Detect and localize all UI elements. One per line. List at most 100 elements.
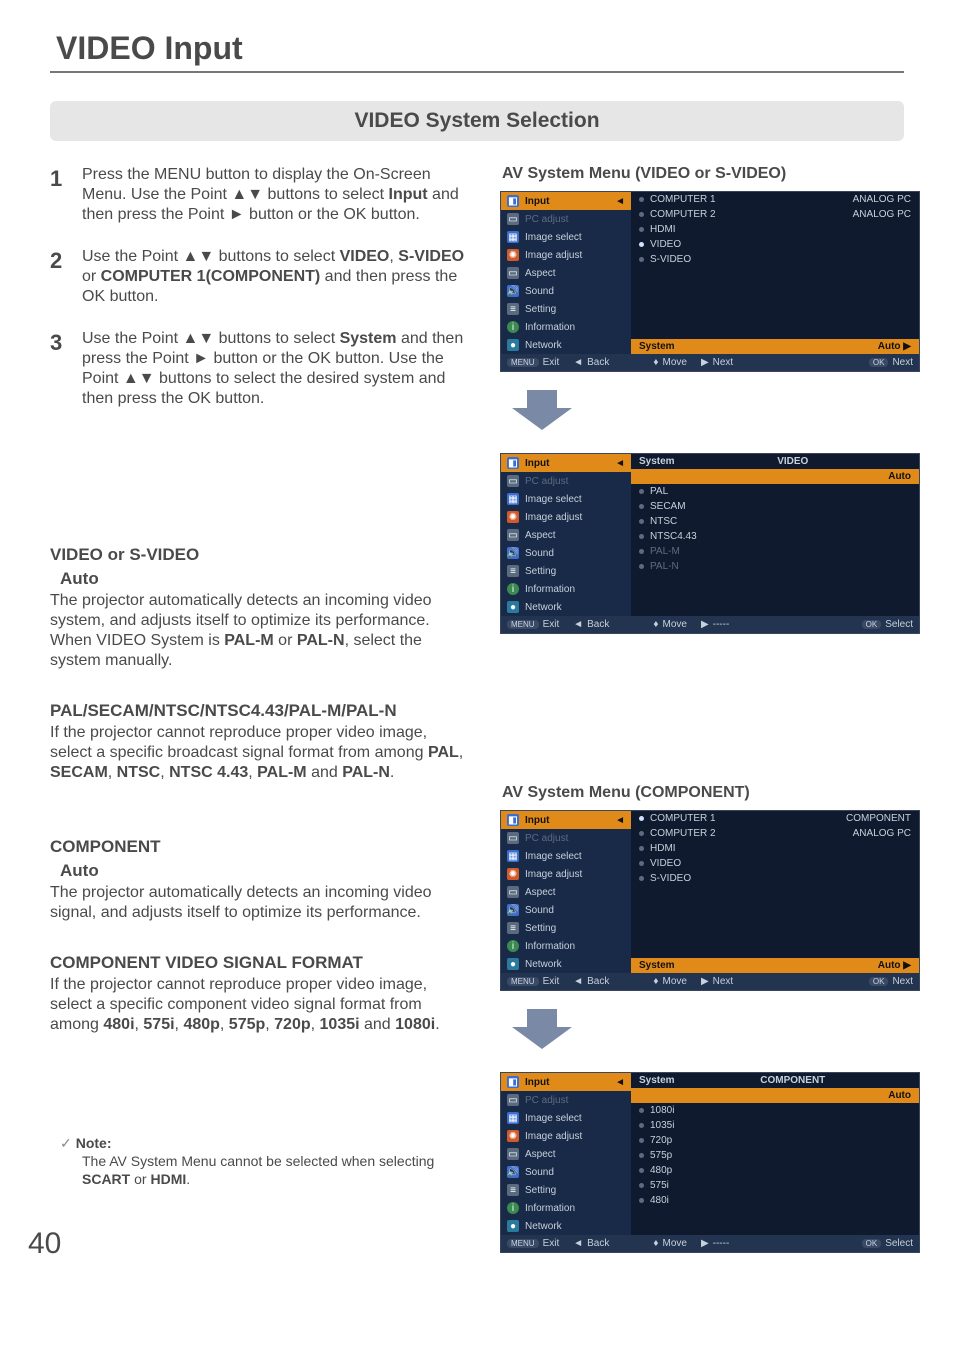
sidebar-item-label: Sound bbox=[525, 286, 554, 297]
sidebar-item-network[interactable]: ●Network bbox=[501, 1217, 631, 1235]
sidebar-item-network[interactable]: ●Network bbox=[501, 598, 631, 616]
radio-icon bbox=[639, 257, 644, 262]
sidebar-item-image-adjust[interactable]: ✺Image adjust bbox=[501, 865, 631, 883]
list-item[interactable]: 480i bbox=[631, 1193, 919, 1208]
list-item[interactable]: COMPUTER 2ANALOG PC bbox=[631, 826, 919, 841]
text: Use the Point ▲▼ buttons to select bbox=[82, 330, 340, 347]
sidebar-item-information[interactable]: iInformation bbox=[501, 937, 631, 955]
sidebar-item-image-adjust[interactable]: ✺Image adjust bbox=[501, 246, 631, 264]
chevron-left-icon: ◄ bbox=[573, 619, 583, 630]
list-item[interactable]: 575i bbox=[631, 1178, 919, 1193]
sidebar-item-image-select[interactable]: ▦Image select bbox=[501, 1109, 631, 1127]
sidebar-item-pc-adjust[interactable]: ▭PC adjust bbox=[501, 210, 631, 228]
list-item[interactable]: PAL-M bbox=[631, 544, 919, 559]
text: Use the Point ▲▼ buttons to select bbox=[82, 248, 340, 265]
text: ANALOG PC bbox=[853, 209, 911, 220]
sidebar-item-label: Sound bbox=[525, 548, 554, 559]
step-1: 1 Press the MENU button to display the O… bbox=[50, 165, 470, 225]
list-item[interactable]: 720p bbox=[631, 1133, 919, 1148]
chevron-right-icon: ▶ bbox=[701, 357, 709, 368]
item-label: 575i bbox=[650, 1180, 669, 1191]
list-item[interactable]: Auto bbox=[631, 1088, 919, 1103]
sidebar-item-aspect[interactable]: ▭Aspect bbox=[501, 1145, 631, 1163]
sidebar-item-aspect[interactable]: ▭Aspect bbox=[501, 526, 631, 544]
system-row[interactable]: SystemAuto ▶ bbox=[631, 339, 919, 354]
footer-label: Exit bbox=[543, 1238, 560, 1249]
item-label: NTSC bbox=[650, 516, 677, 527]
heading: COMPONENT bbox=[50, 837, 470, 857]
list-item[interactable]: 480p bbox=[631, 1163, 919, 1178]
list-item[interactable]: HDMI bbox=[631, 222, 919, 237]
sidebar-item-sound[interactable]: 🔊Sound bbox=[501, 901, 631, 919]
item-label: S-VIDEO bbox=[650, 873, 691, 884]
footer-label: ----- bbox=[713, 619, 730, 630]
list-item[interactable]: VIDEO bbox=[631, 237, 919, 252]
radio-selected-icon bbox=[639, 816, 644, 821]
sidebar-item-label: Setting bbox=[525, 1185, 556, 1196]
sidebar-item-pc-adjust[interactable]: ▭PC adjust bbox=[501, 472, 631, 490]
list-item[interactable]: PAL bbox=[631, 484, 919, 499]
sidebar-item-image-select[interactable]: ▦Image select bbox=[501, 490, 631, 508]
item-label: COMPUTER 2 bbox=[650, 828, 716, 839]
sidebar-item-network[interactable]: ●Network bbox=[501, 336, 631, 354]
list-item[interactable]: VIDEO bbox=[631, 856, 919, 871]
text: . bbox=[390, 764, 394, 781]
text: PAL-M bbox=[257, 764, 306, 781]
sidebar-item-aspect[interactable]: ▭Aspect bbox=[501, 883, 631, 901]
sidebar-item-input[interactable]: ◧Input◄ bbox=[501, 811, 631, 829]
item-label: COMPUTER 1 bbox=[650, 194, 716, 205]
list-item[interactable]: Auto bbox=[631, 469, 919, 484]
sidebar-item-image-adjust[interactable]: ✺Image adjust bbox=[501, 1127, 631, 1145]
sidebar-item-information[interactable]: iInformation bbox=[501, 580, 631, 598]
list-item[interactable]: COMPUTER 1COMPONENT bbox=[631, 811, 919, 826]
sidebar-item-image-adjust[interactable]: ✺Image adjust bbox=[501, 508, 631, 526]
list-item[interactable]: PAL-N bbox=[631, 559, 919, 574]
sidebar-item-input[interactable]: ◧Input◄ bbox=[501, 1073, 631, 1091]
list-item[interactable]: COMPUTER 1ANALOG PC bbox=[631, 192, 919, 207]
sidebar-item-pc-adjust[interactable]: ▭PC adjust bbox=[501, 1091, 631, 1109]
list-item[interactable]: NTSC4.43 bbox=[631, 529, 919, 544]
sidebar-item-input[interactable]: ◧Input◄ bbox=[501, 192, 631, 210]
list-item[interactable]: 1035i bbox=[631, 1118, 919, 1133]
sidebar-item-information[interactable]: iInformation bbox=[501, 1199, 631, 1217]
radio-icon bbox=[639, 1183, 644, 1188]
list-header: SystemCOMPONENT bbox=[631, 1073, 919, 1088]
sidebar-item-setting[interactable]: ≡Setting bbox=[501, 1181, 631, 1199]
list-item[interactable]: S-VIDEO bbox=[631, 252, 919, 267]
list-item[interactable]: 1080i bbox=[631, 1103, 919, 1118]
item-label: PAL bbox=[650, 486, 668, 497]
sidebar-item-input[interactable]: ◧Input◄ bbox=[501, 454, 631, 472]
sidebar-item-image-select[interactable]: ▦Image select bbox=[501, 847, 631, 865]
monitor-icon: ▭ bbox=[507, 1094, 519, 1106]
sidebar-item-sound[interactable]: 🔊Sound bbox=[501, 282, 631, 300]
input-icon: ◧ bbox=[507, 1076, 519, 1088]
sidebar-item-setting[interactable]: ≡Setting bbox=[501, 919, 631, 937]
sidebar-item-label: Input bbox=[525, 196, 549, 207]
radio-icon bbox=[639, 519, 644, 524]
list-item[interactable]: SECAM bbox=[631, 499, 919, 514]
list-item[interactable]: S-VIDEO bbox=[631, 871, 919, 886]
sidebar-item-label: Information bbox=[525, 584, 575, 595]
chevron-right-icon: ▶ bbox=[701, 619, 709, 630]
sidebar-item-sound[interactable]: 🔊Sound bbox=[501, 544, 631, 562]
footer-label: Back bbox=[587, 976, 609, 987]
sidebar-item-setting[interactable]: ≡Setting bbox=[501, 300, 631, 318]
sidebar-item-pc-adjust[interactable]: ▭PC adjust bbox=[501, 829, 631, 847]
info-icon: i bbox=[507, 1202, 519, 1214]
item-label: 720p bbox=[650, 1135, 672, 1146]
text: PAL bbox=[428, 744, 459, 761]
sidebar-item-information[interactable]: iInformation bbox=[501, 318, 631, 336]
list-item[interactable]: NTSC bbox=[631, 514, 919, 529]
text: or bbox=[82, 268, 101, 285]
list-item[interactable]: COMPUTER 2ANALOG PC bbox=[631, 207, 919, 222]
sidebar-item-setting[interactable]: ≡Setting bbox=[501, 562, 631, 580]
sidebar-item-sound[interactable]: 🔊Sound bbox=[501, 1163, 631, 1181]
list-item[interactable]: 575p bbox=[631, 1148, 919, 1163]
system-row[interactable]: SystemAuto ▶ bbox=[631, 958, 919, 973]
sidebar-item-aspect[interactable]: ▭Aspect bbox=[501, 264, 631, 282]
footer-label: Move bbox=[662, 357, 686, 368]
text: 720p bbox=[274, 1016, 310, 1033]
list-item[interactable]: HDMI bbox=[631, 841, 919, 856]
sidebar-item-image-select[interactable]: ▦Image select bbox=[501, 228, 631, 246]
sidebar-item-network[interactable]: ●Network bbox=[501, 955, 631, 973]
